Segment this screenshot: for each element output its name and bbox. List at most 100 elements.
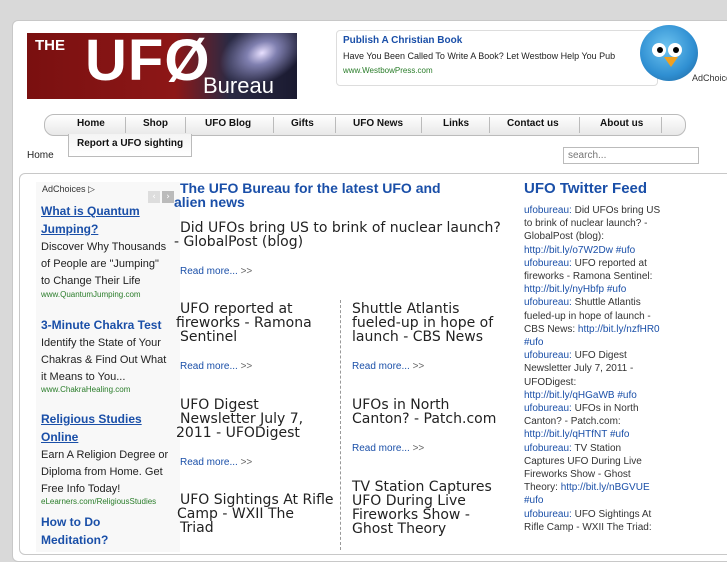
- tweet-text: Canton? - Patch.com:: [524, 416, 621, 428]
- page-title: The UFO Bureau for the latest UFO and al…: [174, 180, 441, 210]
- tweet-line: http://bit.ly/nyHbfp #ufo: [524, 283, 684, 296]
- tweet-line: GlobalPost (blog):: [524, 230, 684, 243]
- tweet-line: #ufo: [524, 494, 684, 507]
- tweet-author[interactable]: ufobureau:: [524, 443, 572, 454]
- ad-title[interactable]: How to Do: [41, 513, 181, 531]
- ad-title[interactable]: 3-Minute Chakra Test: [41, 316, 181, 334]
- read-more-link[interactable]: Read more... >>: [352, 443, 424, 454]
- ad-body: Free Info Today!: [41, 483, 121, 495]
- tweet-link[interactable]: #ufo: [524, 337, 543, 348]
- adchoices-label[interactable]: AdChoices ▷: [42, 184, 95, 195]
- tweet-text: UFOs in North: [571, 403, 639, 415]
- tweet-line: Captures UFO During Live: [524, 455, 684, 468]
- post-title[interactable]: Did UFOs bring US to brink of nuclear la…: [174, 221, 510, 249]
- nav-shop[interactable]: Shop: [143, 118, 168, 129]
- adchoices-label[interactable]: AdChoice: [690, 73, 727, 83]
- ad-title[interactable]: Religious Studies: [41, 410, 181, 428]
- tweet-link[interactable]: http://bit.ly/qHGaWB #ufo: [524, 390, 637, 401]
- ad-body: Discover Why Thousands: [41, 241, 167, 253]
- tweet-text: fireworks - Ramona Sentinel:: [524, 271, 653, 283]
- nav-gifts[interactable]: Gifts: [291, 118, 314, 129]
- twitter-feed-title: UFO Twitter Feed: [524, 180, 648, 197]
- tweet-line: Newsletter July 7, 2011 -: [524, 362, 684, 375]
- tweet-author[interactable]: ufobureau:: [524, 509, 572, 520]
- ad-title[interactable]: Meditation?: [41, 531, 181, 549]
- site-logo[interactable]: THE UFØ Bureau: [27, 33, 297, 99]
- tweet-line: fireworks - Ramona Sentinel:: [524, 270, 684, 283]
- nav-home[interactable]: Home: [77, 118, 105, 129]
- ad-title[interactable]: Online: [41, 428, 181, 446]
- tweet-text: UFO Sightings At: [571, 508, 652, 520]
- tweet-line: CBS News: http://bit.ly/nzfHR0: [524, 323, 684, 336]
- read-more-link[interactable]: Read more... >>: [352, 361, 424, 372]
- main-nav: Home Shop UFO Blog Gifts UFO News Links …: [44, 114, 686, 136]
- top-ad-url[interactable]: www.WestbowPress.com: [343, 66, 433, 75]
- tweet-line: ufobureau: Shuttle Atlantis: [524, 296, 684, 309]
- read-more-link[interactable]: Read more... >>: [180, 361, 252, 372]
- tweet-line: http://bit.ly/qHGaWB #ufo: [524, 389, 684, 402]
- tweet-author[interactable]: ufobureau:: [524, 205, 572, 216]
- tweet-text: fueled-up in hope of launch -: [524, 310, 651, 322]
- post-title[interactable]: UFO Sightings At Rifle Camp - WXII The Tri…: [177, 493, 340, 535]
- tweet-text: Fireworks Show - Ghost: [524, 469, 631, 481]
- breadcrumb[interactable]: Home: [27, 150, 54, 161]
- tweet-line: http://bit.ly/o7W2Dw #ufo: [524, 244, 684, 257]
- tweet-link[interactable]: #ufo: [524, 495, 543, 506]
- tweet-link[interactable]: http://bit.ly/qHTfNT #ufo: [524, 429, 629, 440]
- tweet-author[interactable]: ufobureau:: [524, 258, 572, 269]
- tweet-text: Rifle Camp - WXII The Triad:: [524, 521, 652, 533]
- tweet-text: CBS News:: [524, 323, 578, 335]
- tweet-line: ufobureau: UFOs in North: [524, 402, 684, 415]
- tweet-text: Did UFOs bring US: [571, 205, 661, 216]
- ad-body: Earn A Religion Degree or: [41, 449, 169, 461]
- ad-url[interactable]: www.QuantumJumping.com: [41, 290, 141, 299]
- nav-about-us[interactable]: About us: [600, 118, 643, 129]
- post-title[interactable]: Shuttle Atlantis fueled-up in hope of laun…: [352, 302, 512, 344]
- tweet-link[interactable]: http://bit.ly/o7W2Dw #ufo: [524, 245, 635, 256]
- tweet-line: ufobureau: Did UFOs bring US: [524, 204, 684, 217]
- tweet-author[interactable]: ufobureau:: [524, 297, 572, 308]
- tweet-author[interactable]: ufobureau:: [524, 403, 572, 414]
- tweet-text: UFO reported at: [571, 257, 647, 269]
- tweet-text: Captures UFO During Live: [524, 455, 642, 467]
- nav-contact-us[interactable]: Contact us: [507, 118, 559, 129]
- nav-links[interactable]: Links: [443, 118, 469, 129]
- ad-title[interactable]: What is Quantum: [41, 202, 181, 220]
- read-more-link[interactable]: Read more... >>: [180, 457, 252, 468]
- post-title[interactable]: TV Station Captures UFO During Live Firewo…: [352, 480, 512, 536]
- tweet-link[interactable]: http://bit.ly/nyHbfp #ufo: [524, 284, 626, 295]
- tweet-line: ufobureau: UFO Digest: [524, 349, 684, 362]
- top-ad-title[interactable]: Publish A Christian Book: [343, 35, 462, 46]
- nav-ufo-blog[interactable]: UFO Blog: [205, 118, 251, 129]
- ad-url[interactable]: eLearners.com/ReligiousStudies: [41, 497, 156, 506]
- ad-body: it Means to You...: [41, 371, 126, 383]
- tweet-line: Rifle Camp - WXII The Triad:: [524, 521, 684, 534]
- nav-ufo-news[interactable]: UFO News: [353, 118, 403, 129]
- ad-body: of People are "Jumping": [41, 258, 159, 270]
- post-title[interactable]: UFOs in North Canton? - Patch.com: [352, 398, 512, 426]
- tweet-line: UFODigest:: [524, 376, 684, 389]
- ad-title[interactable]: Jumping?: [41, 220, 181, 238]
- tweet-link[interactable]: http://bit.ly/nBGVUE: [561, 482, 650, 493]
- logo-bureau: Bureau: [203, 73, 274, 98]
- tweet-line: ufobureau: TV Station: [524, 442, 684, 455]
- read-more-link[interactable]: Read more... >>: [180, 266, 252, 277]
- post-title[interactable]: UFO reported at fireworks - Ramona Sentine…: [176, 302, 330, 344]
- left-ad-column: AdChoices ▷ ‹ › What is Quantum Jumping? …: [36, 182, 180, 552]
- tweet-text: Theory:: [524, 482, 561, 494]
- tweet-line: to brink of nuclear launch? -: [524, 217, 684, 230]
- post-title[interactable]: UFO Digest Newsletter July 7, 2011 - UFODi…: [176, 398, 330, 440]
- tweet-line: ufobureau: UFO Sightings At: [524, 508, 684, 521]
- search-input[interactable]: [563, 147, 699, 164]
- column-divider: [340, 300, 341, 550]
- tweet-link[interactable]: http://bit.ly/nzfHR0: [578, 324, 660, 335]
- nav-report-sighting[interactable]: Report a UFO sighting: [77, 138, 183, 149]
- tweet-line: ufobureau: UFO reported at: [524, 257, 684, 270]
- ad-url[interactable]: www.ChakraHealing.com: [41, 385, 130, 394]
- logo-the: THE: [35, 37, 65, 54]
- tweet-line: #ufo: [524, 336, 684, 349]
- top-ad[interactable]: Publish A Christian Book Have You Been C…: [336, 30, 658, 86]
- tweet-line: fueled-up in hope of launch -: [524, 310, 684, 323]
- tweet-author[interactable]: ufobureau:: [524, 350, 572, 361]
- tweet-line: Theory: http://bit.ly/nBGVUE: [524, 481, 684, 494]
